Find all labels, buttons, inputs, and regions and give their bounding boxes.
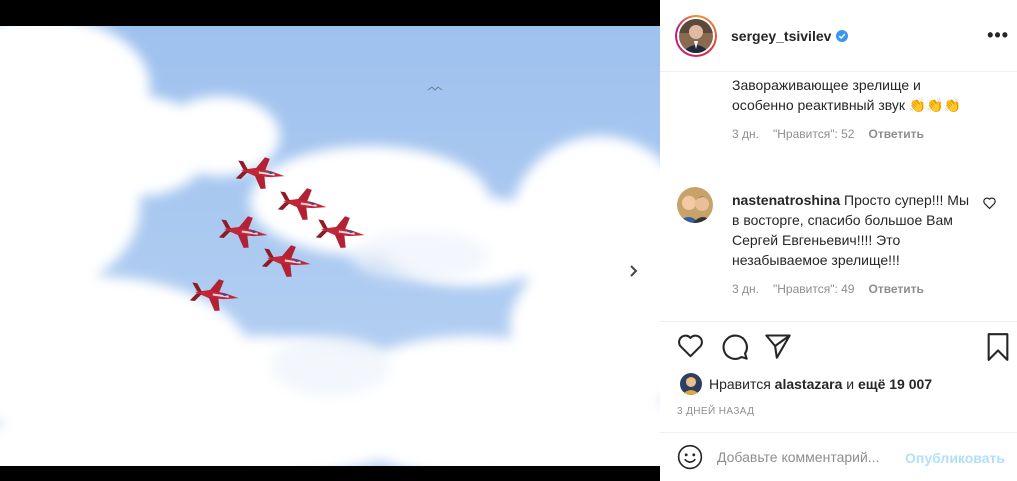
verified-badge-icon: [836, 29, 849, 42]
comment-meta: 3 дн. "Нравится": 52 Ответить: [732, 127, 982, 141]
like-heart-icon[interactable]: [677, 333, 704, 358]
post-date[interactable]: 3 ДНЕЙ НАЗАД: [677, 406, 754, 417]
comment-likes[interactable]: "Нравится": 52: [773, 127, 855, 141]
comment-item: Завораживающее зрелище и особенно реакти…: [732, 75, 982, 141]
post-actions: [660, 333, 1017, 369]
likes-summary: Нравится alastazara и ещё 19 007: [680, 373, 932, 395]
comment-time: 3 дн.: [732, 127, 759, 141]
comment-item: nastenatroshina Просто супер!!! Мы в вос…: [732, 190, 972, 296]
comments-list: Завораживающее зрелище и особенно реакти…: [660, 73, 1017, 322]
add-comment-form: Опубликовать: [660, 432, 1017, 481]
likes-count-link[interactable]: ещё 19 007: [858, 376, 932, 392]
commenter-avatar[interactable]: [677, 187, 713, 223]
author-username[interactable]: sergey_tsivilev: [731, 28, 831, 44]
author-avatar-story-ring[interactable]: [675, 14, 717, 57]
emoji-smiley-icon[interactable]: [677, 444, 703, 470]
comment-input[interactable]: [717, 449, 897, 465]
comment-meta: 3 дн. "Нравится": 49 Ответить: [732, 282, 972, 296]
comment-reply-button[interactable]: Ответить: [868, 127, 923, 141]
post-header: sergey_tsivilev •••: [660, 0, 1017, 72]
post-photo[interactable]: [0, 26, 660, 466]
chevron-right-icon: [630, 265, 638, 277]
next-slide-button[interactable]: [621, 259, 645, 283]
liker-avatar[interactable]: [680, 373, 702, 395]
post-modal: sergey_tsivilev ••• Завораживающее зрели…: [0, 0, 1017, 481]
comment-bubble-icon[interactable]: [721, 333, 749, 361]
like-comment-heart-icon[interactable]: [983, 197, 996, 209]
more-options-button[interactable]: •••: [987, 26, 1009, 44]
jets-in-sky-image: [0, 26, 660, 466]
comment-likes[interactable]: "Нравится": 49: [773, 282, 855, 296]
publish-comment-button[interactable]: Опубликовать: [905, 450, 1005, 466]
post-sidebar: sergey_tsivilev ••• Завораживающее зрели…: [660, 0, 1017, 481]
comment-reply-button[interactable]: Ответить: [868, 282, 923, 296]
save-bookmark-icon[interactable]: [986, 333, 1010, 361]
share-send-icon[interactable]: [764, 333, 792, 359]
comment-time: 3 дн.: [732, 282, 759, 296]
likes-prefix: Нравится: [709, 376, 771, 392]
likes-conjunction: и: [846, 376, 855, 392]
author-avatar: [679, 18, 713, 53]
commenter-username[interactable]: nastenatroshina: [732, 192, 840, 208]
liker-username[interactable]: alastazara: [775, 376, 843, 392]
comment-text: Завораживающее зрелище и особенно реакти…: [732, 77, 962, 113]
